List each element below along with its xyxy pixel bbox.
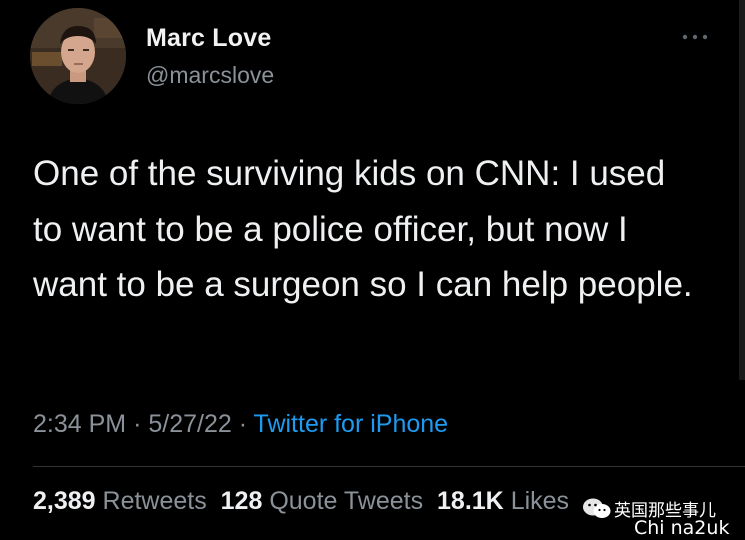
tweet-time[interactable]: 2:34 PM <box>33 410 126 438</box>
scrollbar[interactable] <box>739 0 745 380</box>
retweets-count: 2,389 <box>33 487 96 515</box>
meta-separator-2: · <box>238 410 248 438</box>
tweet-source-link[interactable]: Twitter for iPhone <box>254 410 449 438</box>
likes-label: Likes <box>510 487 570 515</box>
author-name[interactable]: Marc Love <box>146 24 271 53</box>
meta-separator: · <box>133 410 142 438</box>
tweet-meta: 2:34 PM · 5/27/22 · Twitter for iPhone <box>33 410 448 439</box>
divider <box>33 466 745 467</box>
author-handle[interactable]: @marcslove <box>146 62 274 89</box>
tweet-stats: 2,389 Retweets 128 Quote Tweets 18.1K Li… <box>33 487 569 516</box>
quote-tweets-count: 128 <box>220 487 263 515</box>
likes-count: 18.1K <box>437 487 504 515</box>
quote-tweets-label: Quote Tweets <box>269 487 424 515</box>
watermark: 英国那些事儿 Chi na2uk <box>582 492 742 539</box>
retweets-stat[interactable]: 2,389 Retweets <box>33 487 207 515</box>
tweet-date[interactable]: 5/27/22 <box>148 410 231 438</box>
tweet-card: Marc Love @marcslove One of the survivin… <box>0 0 745 540</box>
quote-tweets-stat[interactable]: 128 Quote Tweets <box>221 487 423 515</box>
likes-stat[interactable]: 18.1K Likes <box>437 487 569 515</box>
wechat-icon <box>582 496 612 522</box>
avatar[interactable] <box>30 8 126 104</box>
more-horizontal-icon[interactable] <box>680 30 710 44</box>
watermark-line2: Chi na2uk <box>634 517 730 539</box>
retweets-label: Retweets <box>102 487 207 515</box>
tweet-text: One of the surviving kids on CNN: I used… <box>33 154 693 304</box>
